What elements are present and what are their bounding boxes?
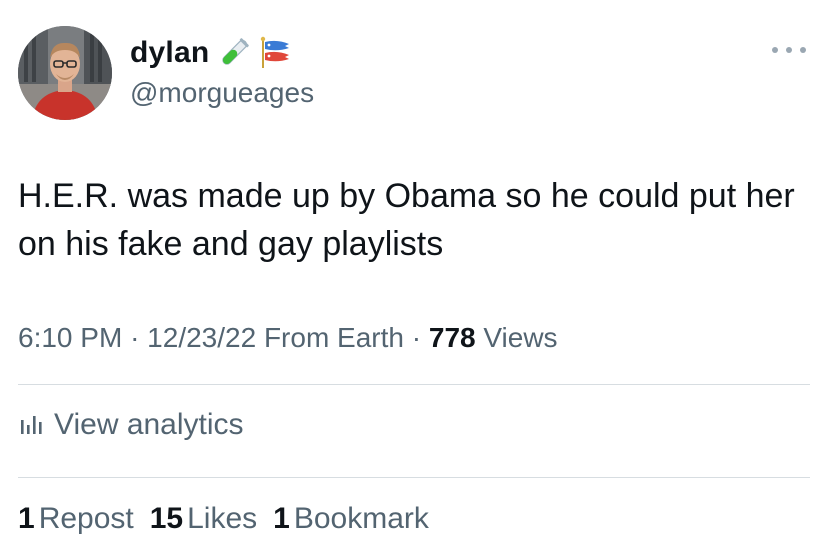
tweet-card: dylan @morgueages H.E.R. was made up by … (0, 0, 828, 557)
likes-stat[interactable]: 15 Likes (150, 502, 257, 536)
views-count: 778 (428, 322, 476, 353)
more-options-icon[interactable] (772, 40, 806, 60)
reposts-stat[interactable]: 1 Repost (18, 502, 134, 536)
meta-separator: · (130, 322, 148, 353)
display-name[interactable]: dylan (130, 36, 209, 70)
carp-streamer-icon (259, 36, 293, 70)
test-tube-icon (217, 36, 251, 70)
reposts-count: 1 (18, 502, 35, 535)
bookmarks-label: Bookmark (293, 502, 429, 535)
likes-label: Likes (187, 502, 258, 535)
avatar[interactable] (18, 26, 112, 120)
engagement-stats: 1 Repost 15 Likes 1 Bookmark (18, 502, 429, 536)
bookmarks-stat[interactable]: 1 Bookmark (273, 502, 429, 536)
more-dot (772, 47, 778, 53)
view-analytics-button[interactable]: View analytics (18, 408, 244, 442)
tweet-meta: 6:10 PM · 12/23/22 From Earth · 778 View… (18, 322, 558, 354)
author-handle[interactable]: @morgueages (130, 77, 314, 109)
likes-count: 15 (149, 502, 184, 535)
tweet-time[interactable]: 6:10 PM (18, 322, 122, 353)
reposts-label: Repost (38, 502, 134, 535)
meta-separator: · (411, 322, 429, 353)
divider (18, 477, 810, 478)
tweet-source: From Earth (263, 322, 404, 353)
more-dot (800, 47, 806, 53)
analytics-icon (18, 410, 44, 441)
view-analytics-label: View analytics (54, 408, 244, 441)
more-dot (786, 47, 792, 53)
tweet-date[interactable]: 12/23/22 (147, 322, 256, 353)
divider (18, 384, 810, 385)
views-label: Views (483, 322, 558, 353)
author-name-row: dylan (130, 36, 293, 70)
tweet-text: H.E.R. was made up by Obama so he could … (18, 177, 805, 263)
bookmarks-count: 1 (273, 502, 290, 535)
